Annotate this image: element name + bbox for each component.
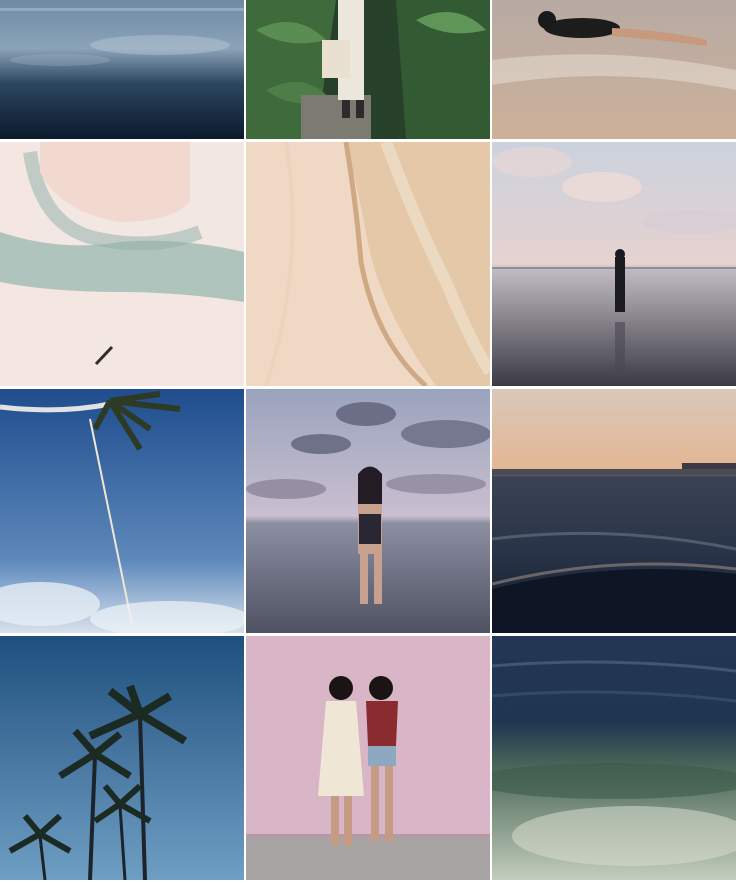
photo-tile-pink-wall[interactable]	[246, 636, 490, 880]
rope-swing-photo	[0, 389, 244, 633]
photo-grid	[0, 0, 736, 883]
photo-tile-palm-trees[interactable]	[0, 636, 244, 880]
surf-lying-photo	[492, 0, 736, 139]
palm-trees-photo	[0, 636, 244, 880]
jungle-person-photo	[246, 0, 490, 139]
photo-tile-surf-lying[interactable]	[492, 0, 736, 139]
swimsuit-water-photo	[246, 389, 490, 633]
photo-tile-swimsuit-water[interactable]	[246, 389, 490, 633]
photo-tile-aerial-sandbar[interactable]	[0, 142, 244, 386]
clear-sea-photo	[492, 636, 736, 880]
photo-tile-calm-water[interactable]	[0, 0, 244, 139]
photo-tile-jungle-person[interactable]	[246, 0, 490, 139]
wading-sunset-photo	[492, 142, 736, 386]
calm-water-photo	[0, 0, 244, 139]
photo-tile-clear-sea[interactable]	[492, 636, 736, 880]
aerial-sandbar-photo	[0, 142, 244, 386]
sunset-ocean-photo	[492, 389, 736, 633]
photo-tile-rope-swing[interactable]	[0, 389, 244, 633]
photo-tile-sunset-ocean[interactable]	[492, 389, 736, 633]
sand-waves-photo	[246, 142, 490, 386]
photo-tile-wading-sunset[interactable]	[492, 142, 736, 386]
photo-tile-sand-waves[interactable]	[246, 142, 490, 386]
pink-wall-photo	[246, 636, 490, 880]
